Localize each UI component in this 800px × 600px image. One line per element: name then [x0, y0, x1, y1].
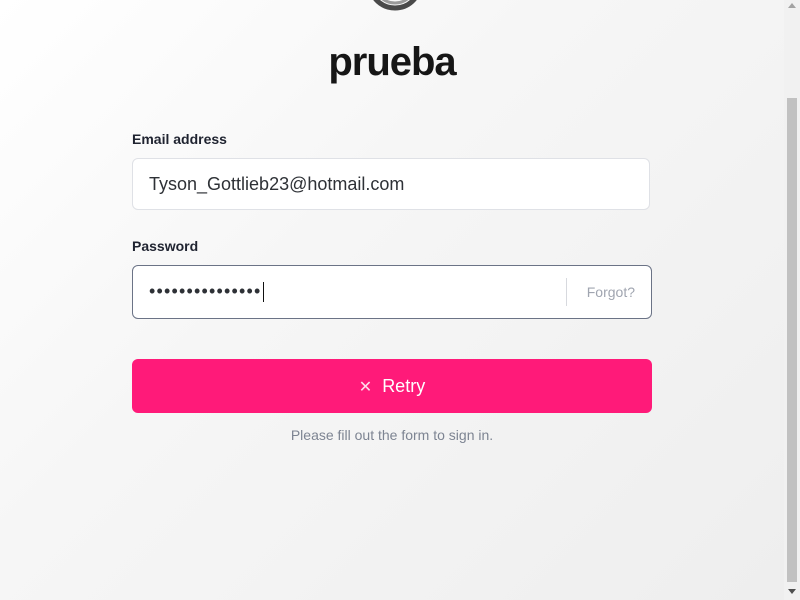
login-page: prueba Email address Tyson_Gottlieb23@ho…	[0, 0, 784, 600]
scroll-thumb[interactable]	[787, 98, 797, 582]
scroll-up-arrow-icon[interactable]	[788, 3, 796, 8]
email-label: Email address	[132, 131, 227, 147]
retry-button[interactable]: ✕ Retry	[132, 359, 652, 413]
ring-logo-icon	[373, 0, 417, 11]
app-title: prueba	[328, 40, 456, 84]
password-value: •••••••••••••••	[149, 281, 264, 303]
password-label: Password	[132, 238, 199, 254]
scroll-down-arrow-icon[interactable]	[788, 589, 796, 594]
email-field[interactable]: Tyson_Gottlieb23@hotmail.com	[132, 158, 650, 210]
password-field[interactable]: ••••••••••••••• Forgot?	[132, 265, 652, 319]
vertical-scrollbar[interactable]	[784, 0, 800, 600]
forgot-password-link[interactable]: Forgot?	[587, 266, 635, 318]
email-value: Tyson_Gottlieb23@hotmail.com	[149, 174, 405, 194]
text-caret	[262, 282, 264, 303]
field-divider	[566, 278, 567, 306]
help-text: Please fill out the form to sign in.	[290, 427, 494, 443]
close-icon: ✕	[358, 379, 373, 396]
retry-label: Retry	[382, 376, 426, 396]
